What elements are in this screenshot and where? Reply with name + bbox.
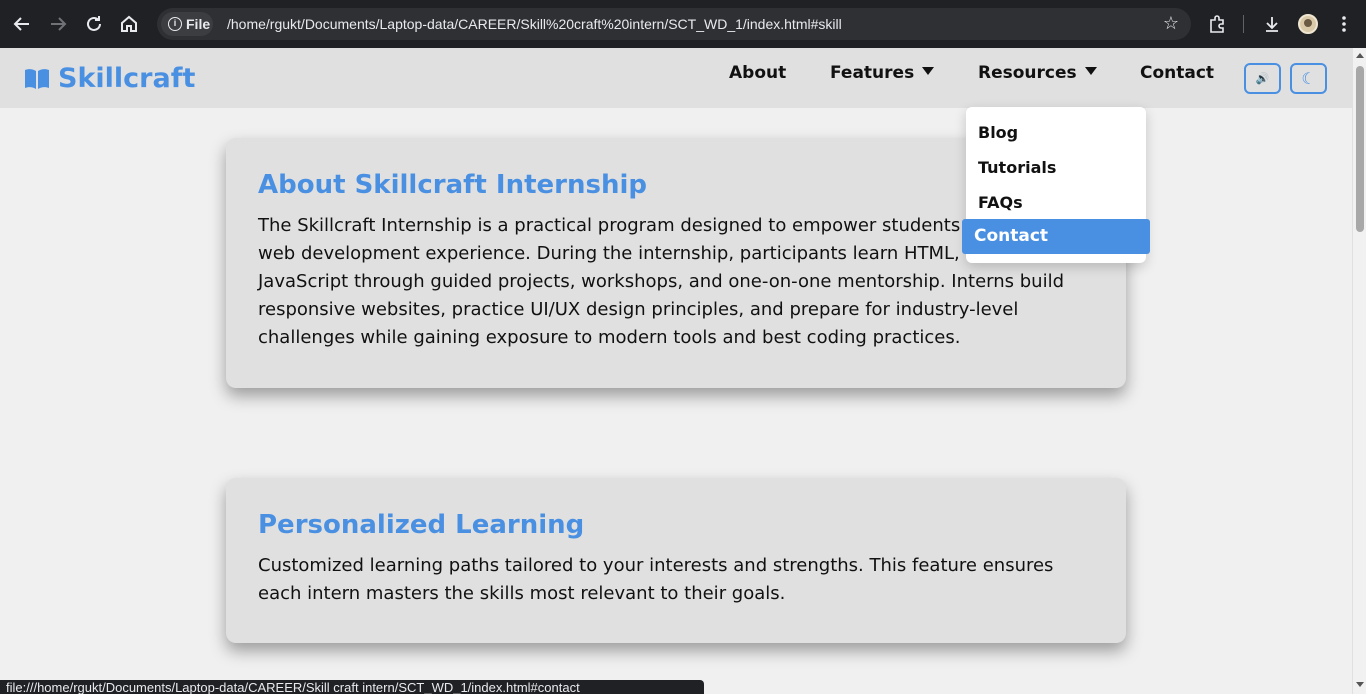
nav-about[interactable]: About	[729, 62, 786, 84]
scroll-up-icon[interactable]	[1356, 53, 1364, 58]
theme-toggle-button[interactable]: ☾	[1290, 63, 1327, 94]
scroll-thumb[interactable]	[1356, 66, 1364, 232]
nav-contact[interactable]: Contact	[1140, 62, 1214, 84]
page-scrollbar[interactable]	[1352, 48, 1366, 694]
nav-resources-label: Resources	[978, 63, 1077, 83]
browser-toolbar: i File /home/rgukt/Documents/Laptop-data…	[0, 0, 1366, 48]
profile-avatar[interactable]	[1298, 14, 1318, 34]
download-icon[interactable]	[1260, 12, 1284, 36]
address-bar[interactable]: i File /home/rgukt/Documents/Laptop-data…	[157, 8, 1191, 40]
forward-icon[interactable]	[46, 12, 70, 36]
site-info-chip[interactable]: i File	[161, 12, 213, 36]
caret-down-icon	[1084, 67, 1097, 75]
nav-resources[interactable]: Resources	[978, 62, 1097, 84]
book-icon	[24, 67, 50, 97]
dropdown-item-blog[interactable]: Blog	[966, 115, 1146, 150]
sound-icon: 🔊	[1255, 72, 1270, 85]
moon-icon: ☾	[1301, 69, 1316, 88]
toolbar-separator	[1243, 15, 1244, 33]
personalized-learning-title: Personalized Learning	[258, 510, 585, 540]
sound-toggle-button[interactable]: 🔊	[1244, 63, 1281, 94]
resources-dropdown-menu: Blog Tutorials FAQs Contact	[962, 107, 1150, 263]
nav-features-label: Features	[830, 63, 915, 83]
menu-icon[interactable]	[1332, 12, 1356, 36]
personalized-learning-card: Personalized Learning Customized learnin…	[226, 478, 1126, 643]
nav-about-label: About	[729, 63, 787, 83]
dropdown-item-tutorials[interactable]: Tutorials	[966, 150, 1146, 185]
page-viewport: Skillcraft About Features Resources Cont…	[0, 48, 1352, 694]
nav-features[interactable]: Features	[830, 62, 935, 84]
back-icon[interactable]	[10, 12, 34, 36]
dropdown-item-contact[interactable]: Contact	[962, 219, 1150, 254]
url-text[interactable]: /home/rgukt/Documents/Laptop-data/CAREER…	[227, 8, 842, 40]
scroll-down-icon[interactable]	[1356, 682, 1364, 687]
site-header: Skillcraft About Features Resources Cont…	[0, 48, 1352, 108]
caret-down-icon	[922, 67, 935, 75]
link-status-bubble: file:///home/rgukt/Documents/Laptop-data…	[0, 680, 704, 694]
logo-text: Skillcraft	[58, 63, 196, 94]
home-icon[interactable]	[117, 12, 141, 36]
extensions-icon[interactable]	[1206, 12, 1230, 36]
dropdown-item-faqs[interactable]: FAQs	[966, 185, 1146, 220]
nav-contact-label: Contact	[1140, 63, 1215, 83]
site-chip-label: File	[186, 16, 211, 32]
info-icon: i	[168, 17, 182, 31]
personalized-learning-body: Customized learning paths tailored to yo…	[258, 555, 1054, 604]
site-logo[interactable]: Skillcraft	[24, 64, 195, 94]
star-icon[interactable]: ☆	[1163, 12, 1179, 36]
reload-icon[interactable]	[82, 12, 106, 36]
